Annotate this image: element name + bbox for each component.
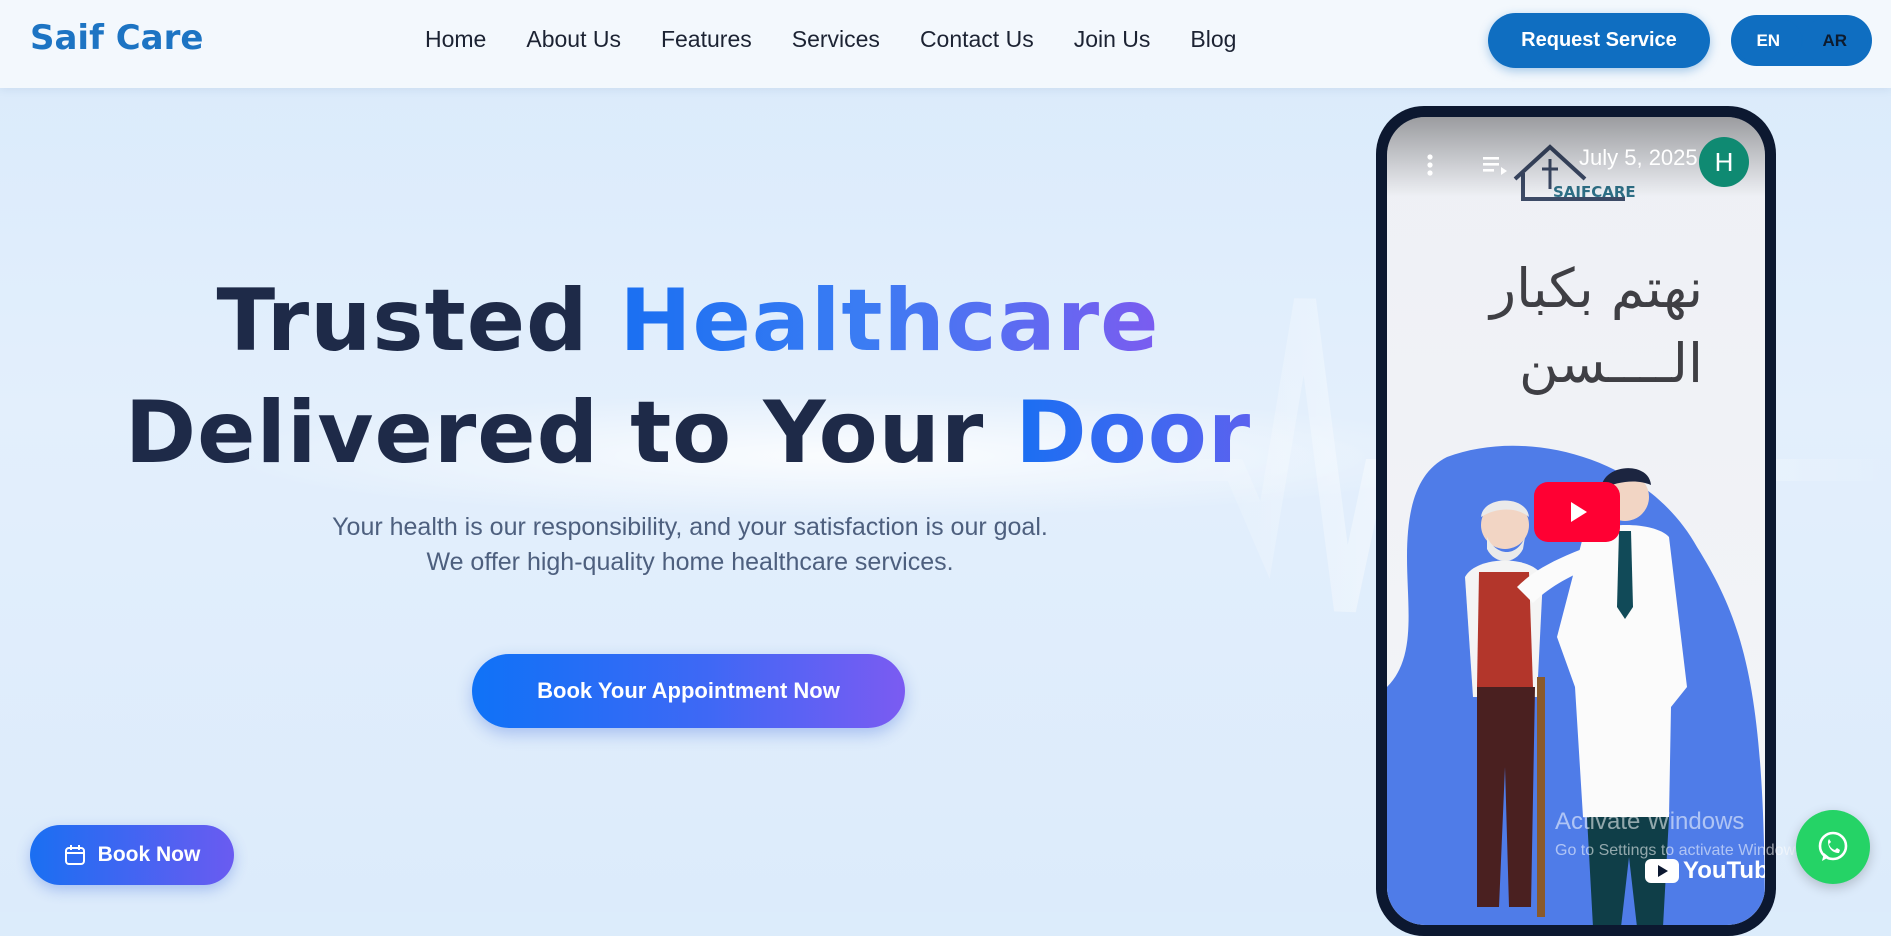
book-appointment-button[interactable]: Book Your Appointment Now — [472, 654, 905, 728]
headline-accent: Door — [1015, 383, 1252, 483]
nav-services[interactable]: Services — [792, 26, 880, 53]
hero-subtitle: Your health is our responsibility, and y… — [332, 513, 1048, 576]
language-toggle: EN AR — [1731, 15, 1872, 66]
playlist-icon[interactable] — [1483, 155, 1509, 177]
site-logo[interactable]: Saif Care — [30, 18, 203, 58]
video-arabic-line2: الــــسن — [1518, 332, 1703, 395]
whatsapp-icon — [1818, 831, 1848, 861]
lang-ar-option[interactable]: AR — [1801, 19, 1868, 62]
book-now-button[interactable]: Book Now — [30, 825, 234, 885]
hero-headline-line1: Trusted Healthcare — [0, 278, 1376, 364]
nav-features[interactable]: Features — [661, 26, 752, 53]
nav-join-us[interactable]: Join Us — [1074, 26, 1151, 53]
activate-windows-title: Activate Windows — [1555, 808, 1745, 835]
video-arabic-line1: نهتم بكبار — [1490, 257, 1703, 320]
book-now-label: Book Now — [97, 843, 201, 866]
video-player[interactable]: SAIFCARE July 5, 2025 H نهتم بكبار الـــ… — [1387, 117, 1765, 925]
headline-text: Trusted — [216, 271, 620, 371]
calendar-icon — [64, 845, 85, 865]
video-date: July 5, 2025 — [1579, 145, 1698, 170]
youtube-icon — [1645, 859, 1679, 883]
site-header: Saif Care Home About Us Features Service… — [0, 0, 1891, 88]
request-service-button[interactable]: Request Service — [1488, 13, 1710, 68]
headline-text: Delivered to Your — [124, 383, 1016, 483]
youtube-logo[interactable]: YouTube — [1645, 857, 1765, 885]
main-nav: Home About Us Features Services Contact … — [425, 26, 1236, 53]
nav-contact-us[interactable]: Contact Us — [920, 26, 1034, 53]
nav-blog[interactable]: Blog — [1190, 26, 1236, 53]
hero-headline-line2: Delivered to Your Door — [0, 390, 1376, 476]
headline-accent: Healthcare — [619, 271, 1160, 371]
youtube-wordmark: YouTube — [1683, 857, 1765, 884]
more-vert-icon[interactable] — [1425, 153, 1435, 177]
whatsapp-button[interactable] — [1796, 810, 1870, 884]
channel-avatar[interactable]: H — [1699, 137, 1749, 187]
nav-home[interactable]: Home — [425, 26, 486, 53]
lang-en-option[interactable]: EN — [1735, 19, 1802, 62]
nav-about-us[interactable]: About Us — [526, 26, 621, 53]
play-icon[interactable] — [1534, 482, 1620, 542]
activate-windows-subtitle: Go to Settings to activate Windows. — [1555, 842, 1808, 859]
